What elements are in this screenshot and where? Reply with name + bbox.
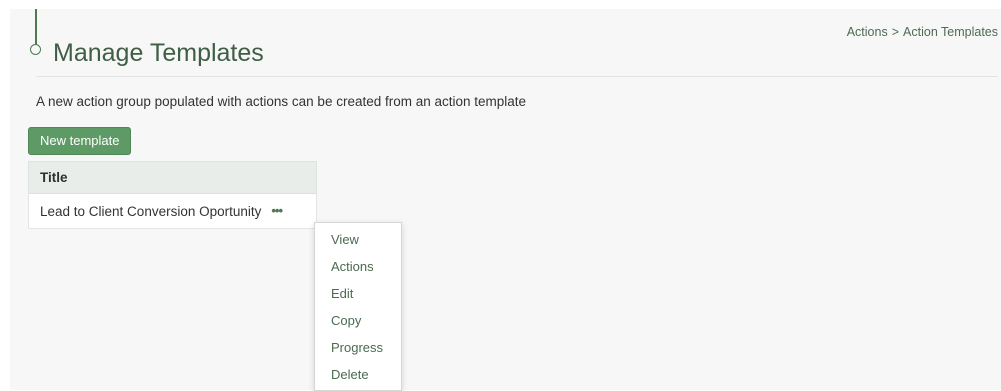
page-description: A new action group populated with action… xyxy=(36,94,527,109)
menu-item-copy[interactable]: Copy xyxy=(315,307,401,334)
menu-item-view[interactable]: View xyxy=(315,226,401,253)
menu-item-progress[interactable]: Progress xyxy=(315,334,401,361)
more-horizontal-icon[interactable]: ••• xyxy=(271,203,283,218)
row-context-menu: View Actions Edit Copy Progress Delete xyxy=(314,222,402,391)
circle-node-icon xyxy=(30,44,41,55)
new-template-button[interactable]: New template xyxy=(28,127,132,155)
breadcrumb-item-action-templates[interactable]: Action Templates xyxy=(903,25,998,39)
table-header-row: Title xyxy=(28,161,317,194)
timeline-line xyxy=(35,9,37,47)
table-cell-title: Lead to Client Conversion Oportunity ••• xyxy=(28,193,317,229)
column-header-title[interactable]: Title xyxy=(28,161,317,194)
title-divider xyxy=(36,76,998,77)
menu-item-actions[interactable]: Actions xyxy=(315,253,401,280)
table-row: Lead to Client Conversion Oportunity ••• xyxy=(28,193,317,229)
menu-item-edit[interactable]: Edit xyxy=(315,280,401,307)
page-title: Manage Templates xyxy=(53,39,264,67)
menu-item-delete[interactable]: Delete xyxy=(315,361,401,388)
breadcrumb: Actions > Action Templates xyxy=(847,24,998,40)
template-title-link[interactable]: Lead to Client Conversion Oportunity xyxy=(40,204,261,219)
breadcrumb-separator: > xyxy=(891,25,900,39)
templates-table: Title Lead to Client Conversion Oportuni… xyxy=(28,161,317,229)
breadcrumb-item-actions[interactable]: Actions xyxy=(847,25,888,39)
